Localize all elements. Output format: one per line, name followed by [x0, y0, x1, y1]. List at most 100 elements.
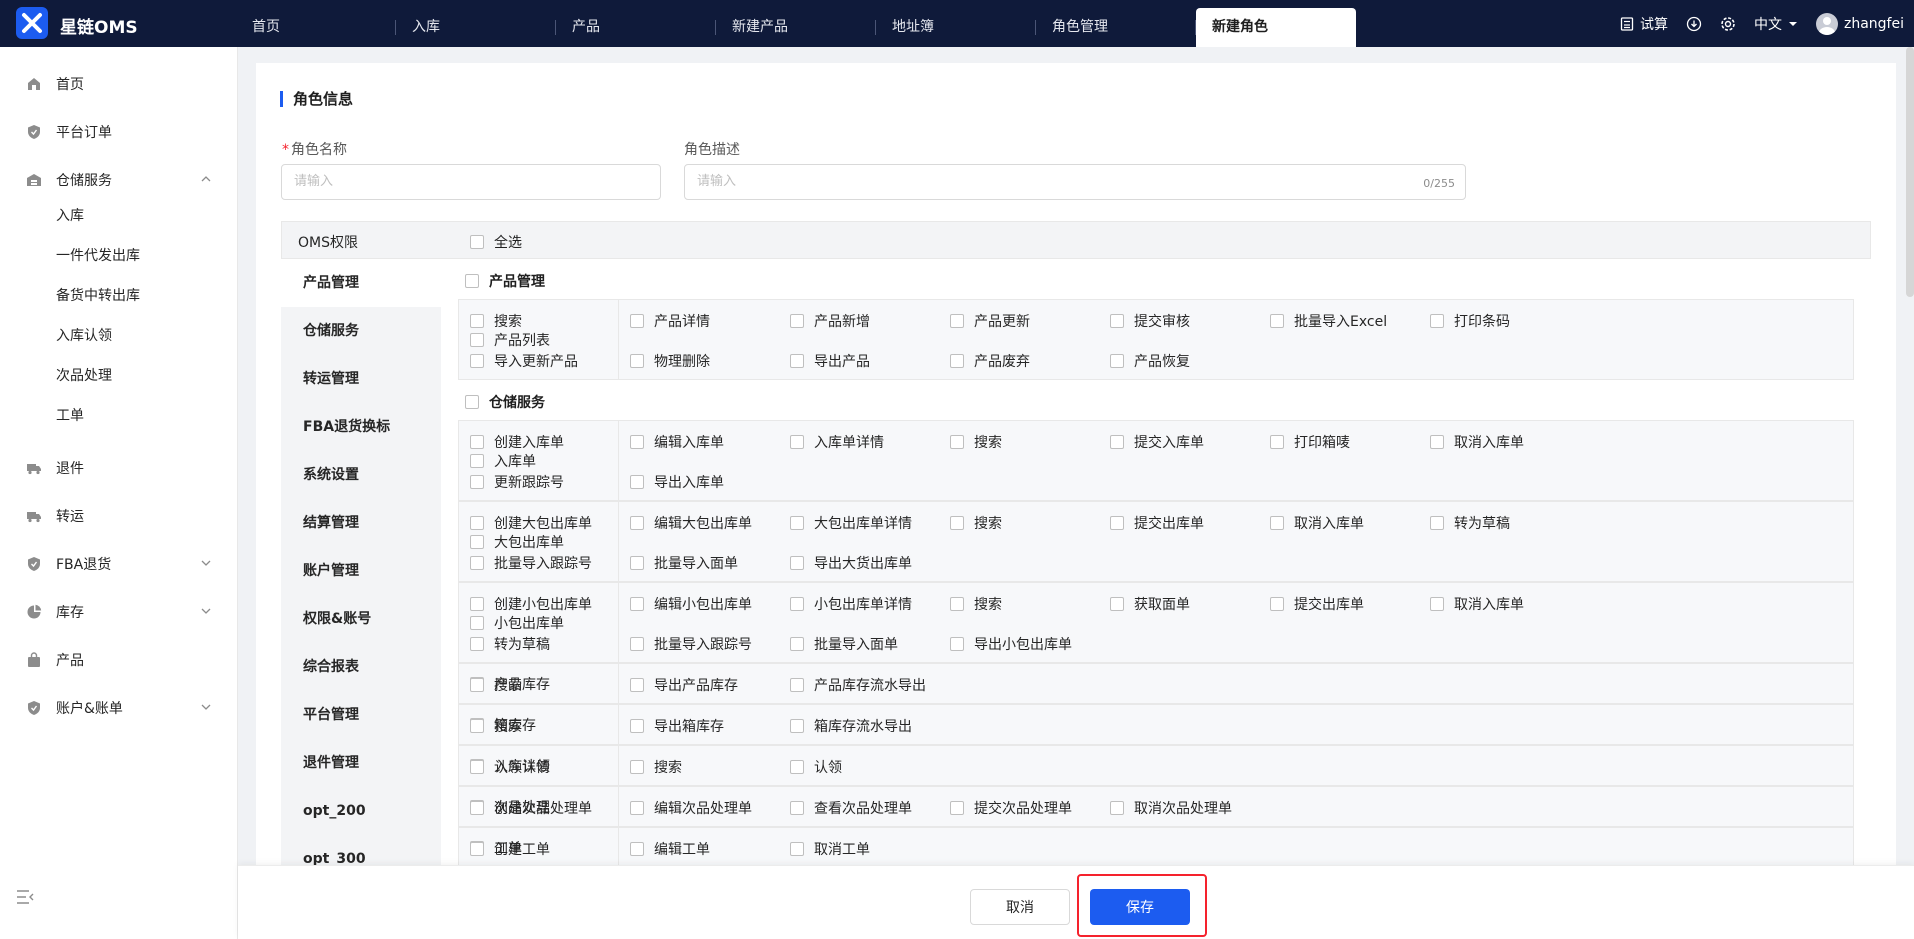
group-checkbox[interactable]: 仓储服务	[465, 392, 545, 412]
permission-option[interactable]: 导出箱库存	[630, 716, 724, 736]
checkbox-box[interactable]	[790, 842, 804, 856]
checkbox-box[interactable]	[950, 516, 964, 530]
checkbox-box[interactable]	[1270, 314, 1284, 328]
permission-option[interactable]: 搜索	[950, 432, 1002, 452]
permission-option[interactable]: 编辑次品处理单	[630, 798, 752, 818]
permission-option[interactable]: 搜索	[470, 311, 522, 331]
collapse-menu-icon[interactable]	[16, 889, 34, 909]
checkbox-box[interactable]	[470, 516, 484, 530]
checkbox-box[interactable]	[950, 354, 964, 368]
checkbox-box[interactable]	[470, 637, 484, 651]
permission-option[interactable]: 批量导入面单	[630, 553, 738, 573]
permission-option[interactable]: 创建大包出库单	[470, 513, 592, 533]
checkbox-box[interactable]	[630, 801, 644, 815]
permission-option[interactable]: 转为草稿	[470, 634, 550, 654]
checkbox-box[interactable]	[470, 719, 484, 733]
permission-option[interactable]: 导出大货出库单	[790, 553, 912, 573]
checkbox-box[interactable]	[630, 842, 644, 856]
checkbox-box[interactable]	[790, 719, 804, 733]
permission-option[interactable]: 搜索	[470, 716, 522, 736]
checkbox-box[interactable]	[950, 801, 964, 815]
permission-option[interactable]: 创建小包出库单	[470, 594, 592, 614]
permission-option[interactable]: 导入更新产品	[470, 351, 578, 371]
checkbox-box[interactable]	[630, 678, 644, 692]
user-menu[interactable]: zhangfei	[1816, 12, 1904, 35]
checkbox-box[interactable]	[630, 556, 644, 570]
checkbox-box[interactable]	[630, 314, 644, 328]
permission-option[interactable]: 更新跟踪号	[470, 472, 564, 492]
download-button[interactable]	[1686, 16, 1702, 32]
permission-option[interactable]: 提交审核	[1110, 311, 1190, 331]
category-item[interactable]: 退件管理	[281, 739, 441, 787]
sidebar-item[interactable]: 账户&账单	[0, 688, 238, 728]
permission-option[interactable]: 取消工单	[790, 839, 870, 859]
sidebar-item[interactable]: FBA退货	[0, 544, 238, 584]
sidebar-sub-item[interactable]: 入库认领	[56, 325, 112, 345]
permission-option[interactable]: 物理删除	[630, 351, 710, 371]
sidebar-item[interactable]: 仓储服务	[0, 160, 238, 200]
category-item[interactable]: 综合报表	[281, 643, 441, 691]
permission-option[interactable]: 搜索	[470, 675, 522, 695]
checkbox-box[interactable]	[630, 637, 644, 651]
checkbox-box[interactable]	[1110, 516, 1124, 530]
permission-option[interactable]: 批量导入跟踪号	[630, 634, 752, 654]
permission-option[interactable]: 编辑工单	[630, 839, 710, 859]
permission-option[interactable]: 获取面单	[1110, 594, 1190, 614]
checkbox-box[interactable]	[630, 719, 644, 733]
checkbox-box[interactable]	[1270, 516, 1284, 530]
checkbox-box[interactable]	[790, 760, 804, 774]
checkbox-box[interactable]	[470, 842, 484, 856]
permission-option[interactable]: 产品恢复	[1110, 351, 1190, 371]
checkbox-box[interactable]	[1430, 314, 1444, 328]
sidebar-item[interactable]: 转运	[0, 496, 238, 536]
sidebar-sub-item[interactable]: 入库	[56, 205, 84, 225]
permission-option[interactable]: 批量导入面单	[790, 634, 898, 654]
sidebar-item[interactable]: 退件	[0, 448, 238, 488]
permission-option[interactable]: 提交出库单	[1110, 513, 1204, 533]
sidebar-item[interactable]: 产品	[0, 640, 238, 680]
checkbox-box[interactable]	[470, 453, 484, 468]
permission-option[interactable]: 批量导入跟踪号	[470, 553, 592, 573]
app-logo-icon[interactable]	[16, 7, 48, 39]
sidebar-sub-item[interactable]: 工单	[56, 405, 84, 425]
category-item[interactable]: 账户管理	[281, 547, 441, 595]
checkbox-box[interactable]	[630, 475, 644, 489]
checkbox-box[interactable]	[1430, 435, 1444, 449]
tab-item[interactable]: 新建角色	[1196, 8, 1356, 47]
checkbox-box[interactable]	[1430, 516, 1444, 530]
checkbox-box[interactable]	[950, 637, 964, 651]
permission-option[interactable]: 入库单详情	[790, 432, 884, 452]
permission-option[interactable]: 导出产品	[790, 351, 870, 371]
checkbox-box[interactable]	[470, 678, 484, 692]
checkbox-box[interactable]	[1110, 354, 1124, 368]
category-item[interactable]: 产品管理	[281, 259, 441, 307]
checkbox-box[interactable]	[790, 435, 804, 449]
sidebar-item[interactable]: 库存	[0, 592, 238, 632]
checkbox-box[interactable]	[470, 475, 484, 489]
checkbox-box[interactable]	[790, 678, 804, 692]
category-item[interactable]: opt_200	[281, 787, 441, 835]
checkbox-box[interactable]	[470, 534, 484, 549]
role-name-input[interactable]: 请输入	[281, 164, 661, 200]
permission-option[interactable]: 导出入库单	[630, 472, 724, 492]
tab-item[interactable]: 首页	[236, 8, 396, 47]
page-scrollbar[interactable]	[1906, 47, 1914, 297]
checkbox-box[interactable]	[1430, 597, 1444, 611]
checkbox-box[interactable]	[470, 760, 484, 774]
checkbox-box[interactable]	[470, 801, 484, 815]
category-item[interactable]: FBA退货换标	[281, 403, 441, 451]
permission-option[interactable]: 产品新增	[790, 311, 870, 331]
permission-option[interactable]: 搜索	[950, 594, 1002, 614]
sidebar-sub-item[interactable]: 一件代发出库	[56, 245, 140, 265]
checkbox-box[interactable]	[790, 556, 804, 570]
save-button[interactable]: 保存	[1090, 889, 1190, 925]
checkbox-box[interactable]	[630, 435, 644, 449]
calc-button[interactable]: 试算	[1620, 14, 1668, 34]
tab-item[interactable]: 地址簿	[876, 8, 1036, 47]
category-item[interactable]: 权限&账号	[281, 595, 441, 643]
checkbox-box[interactable]	[630, 760, 644, 774]
checkbox-box[interactable]	[470, 332, 484, 347]
tab-item[interactable]: 角色管理	[1036, 8, 1196, 47]
category-item[interactable]: 结算管理	[281, 499, 441, 547]
checkbox-box[interactable]	[470, 615, 484, 630]
